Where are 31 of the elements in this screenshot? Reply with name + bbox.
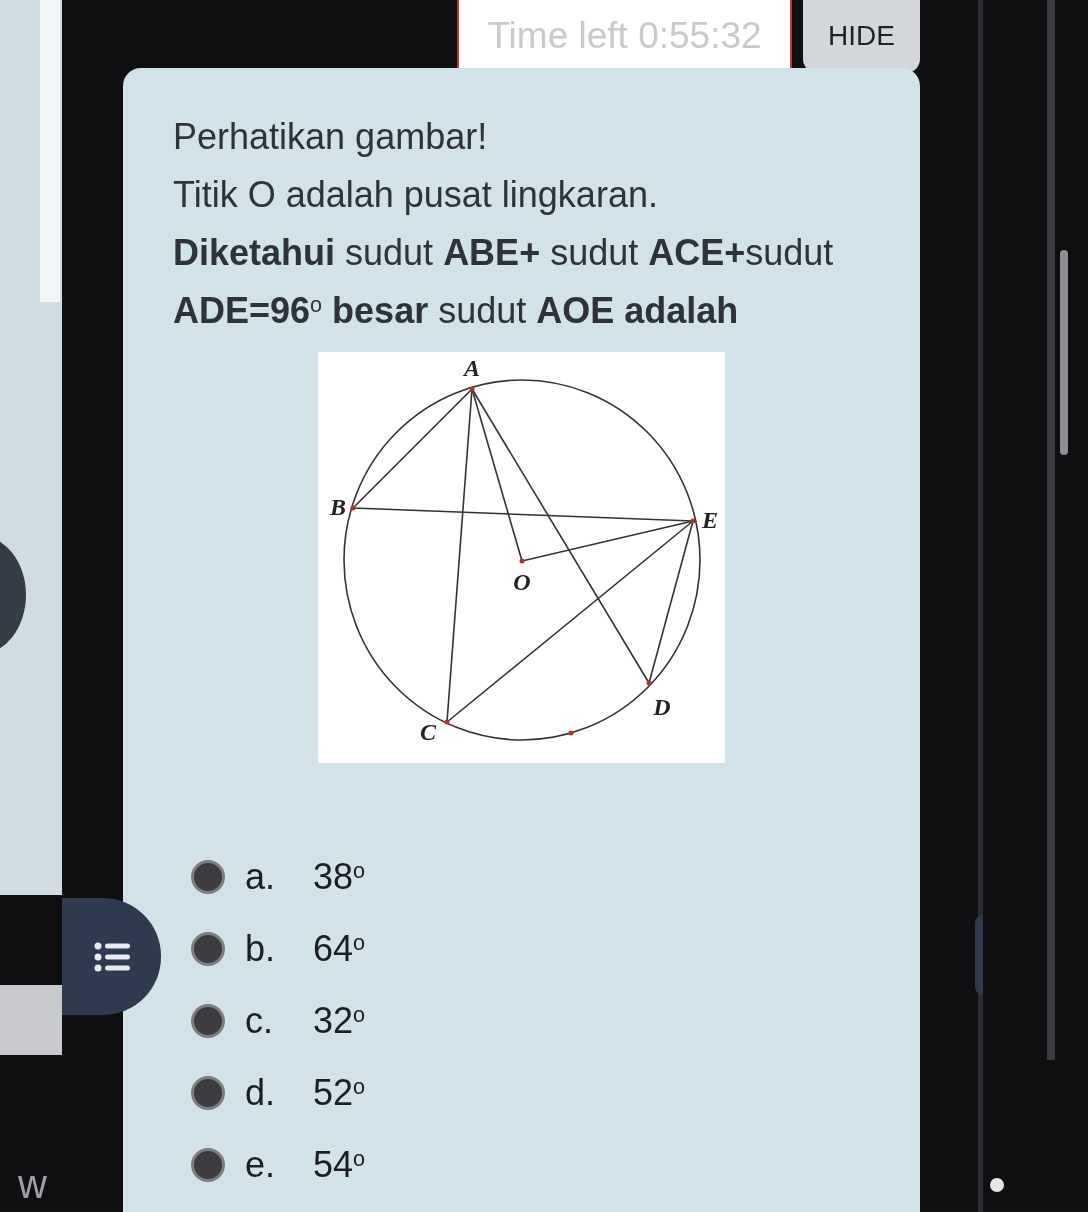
option-letter: d. — [245, 1071, 277, 1115]
radio-button[interactable] — [191, 932, 225, 966]
radio-button[interactable] — [191, 860, 225, 894]
background-bar — [0, 985, 62, 1055]
point-label: A — [464, 355, 480, 381]
page-dot — [990, 1178, 1004, 1192]
point-label: O — [513, 569, 531, 595]
scrollbar-thumb[interactable] — [1060, 250, 1068, 455]
radio-button[interactable] — [191, 1004, 225, 1038]
radio-button[interactable] — [191, 1076, 225, 1110]
question-text: ADE=96$^{o}$ besar sudut AOE adalah — [173, 289, 740, 333]
option-letter: a. — [245, 855, 277, 899]
hide-button[interactable]: HIDE — [803, 0, 920, 73]
question-text: Perhatikan gambar! — [173, 115, 489, 159]
background-text: w — [18, 1161, 47, 1208]
question-text: Titik O adalah pusat lingkaran. — [173, 173, 659, 217]
option-text: 52$^{o}$ — [313, 1071, 366, 1115]
option-letter: e. — [245, 1143, 277, 1187]
option-letter: c. — [245, 999, 274, 1043]
radio-button[interactable] — [191, 1148, 225, 1182]
point-label: D — [653, 694, 671, 720]
option-letter: b. — [245, 927, 277, 971]
point-label: B — [330, 494, 346, 520]
option-text: 54$^{o}$ — [313, 1143, 366, 1187]
point-label: C — [420, 719, 436, 745]
list-icon — [93, 941, 130, 972]
option-text: 32$^{o}$ — [313, 999, 366, 1043]
option-text: 38$^{o}$ — [313, 855, 366, 899]
question-text: Diketahui sudut ABE+ sudut ACE+sudut — [173, 231, 835, 275]
option-text: 64$^{o}$ — [313, 927, 366, 971]
point-label: E — [702, 507, 718, 533]
